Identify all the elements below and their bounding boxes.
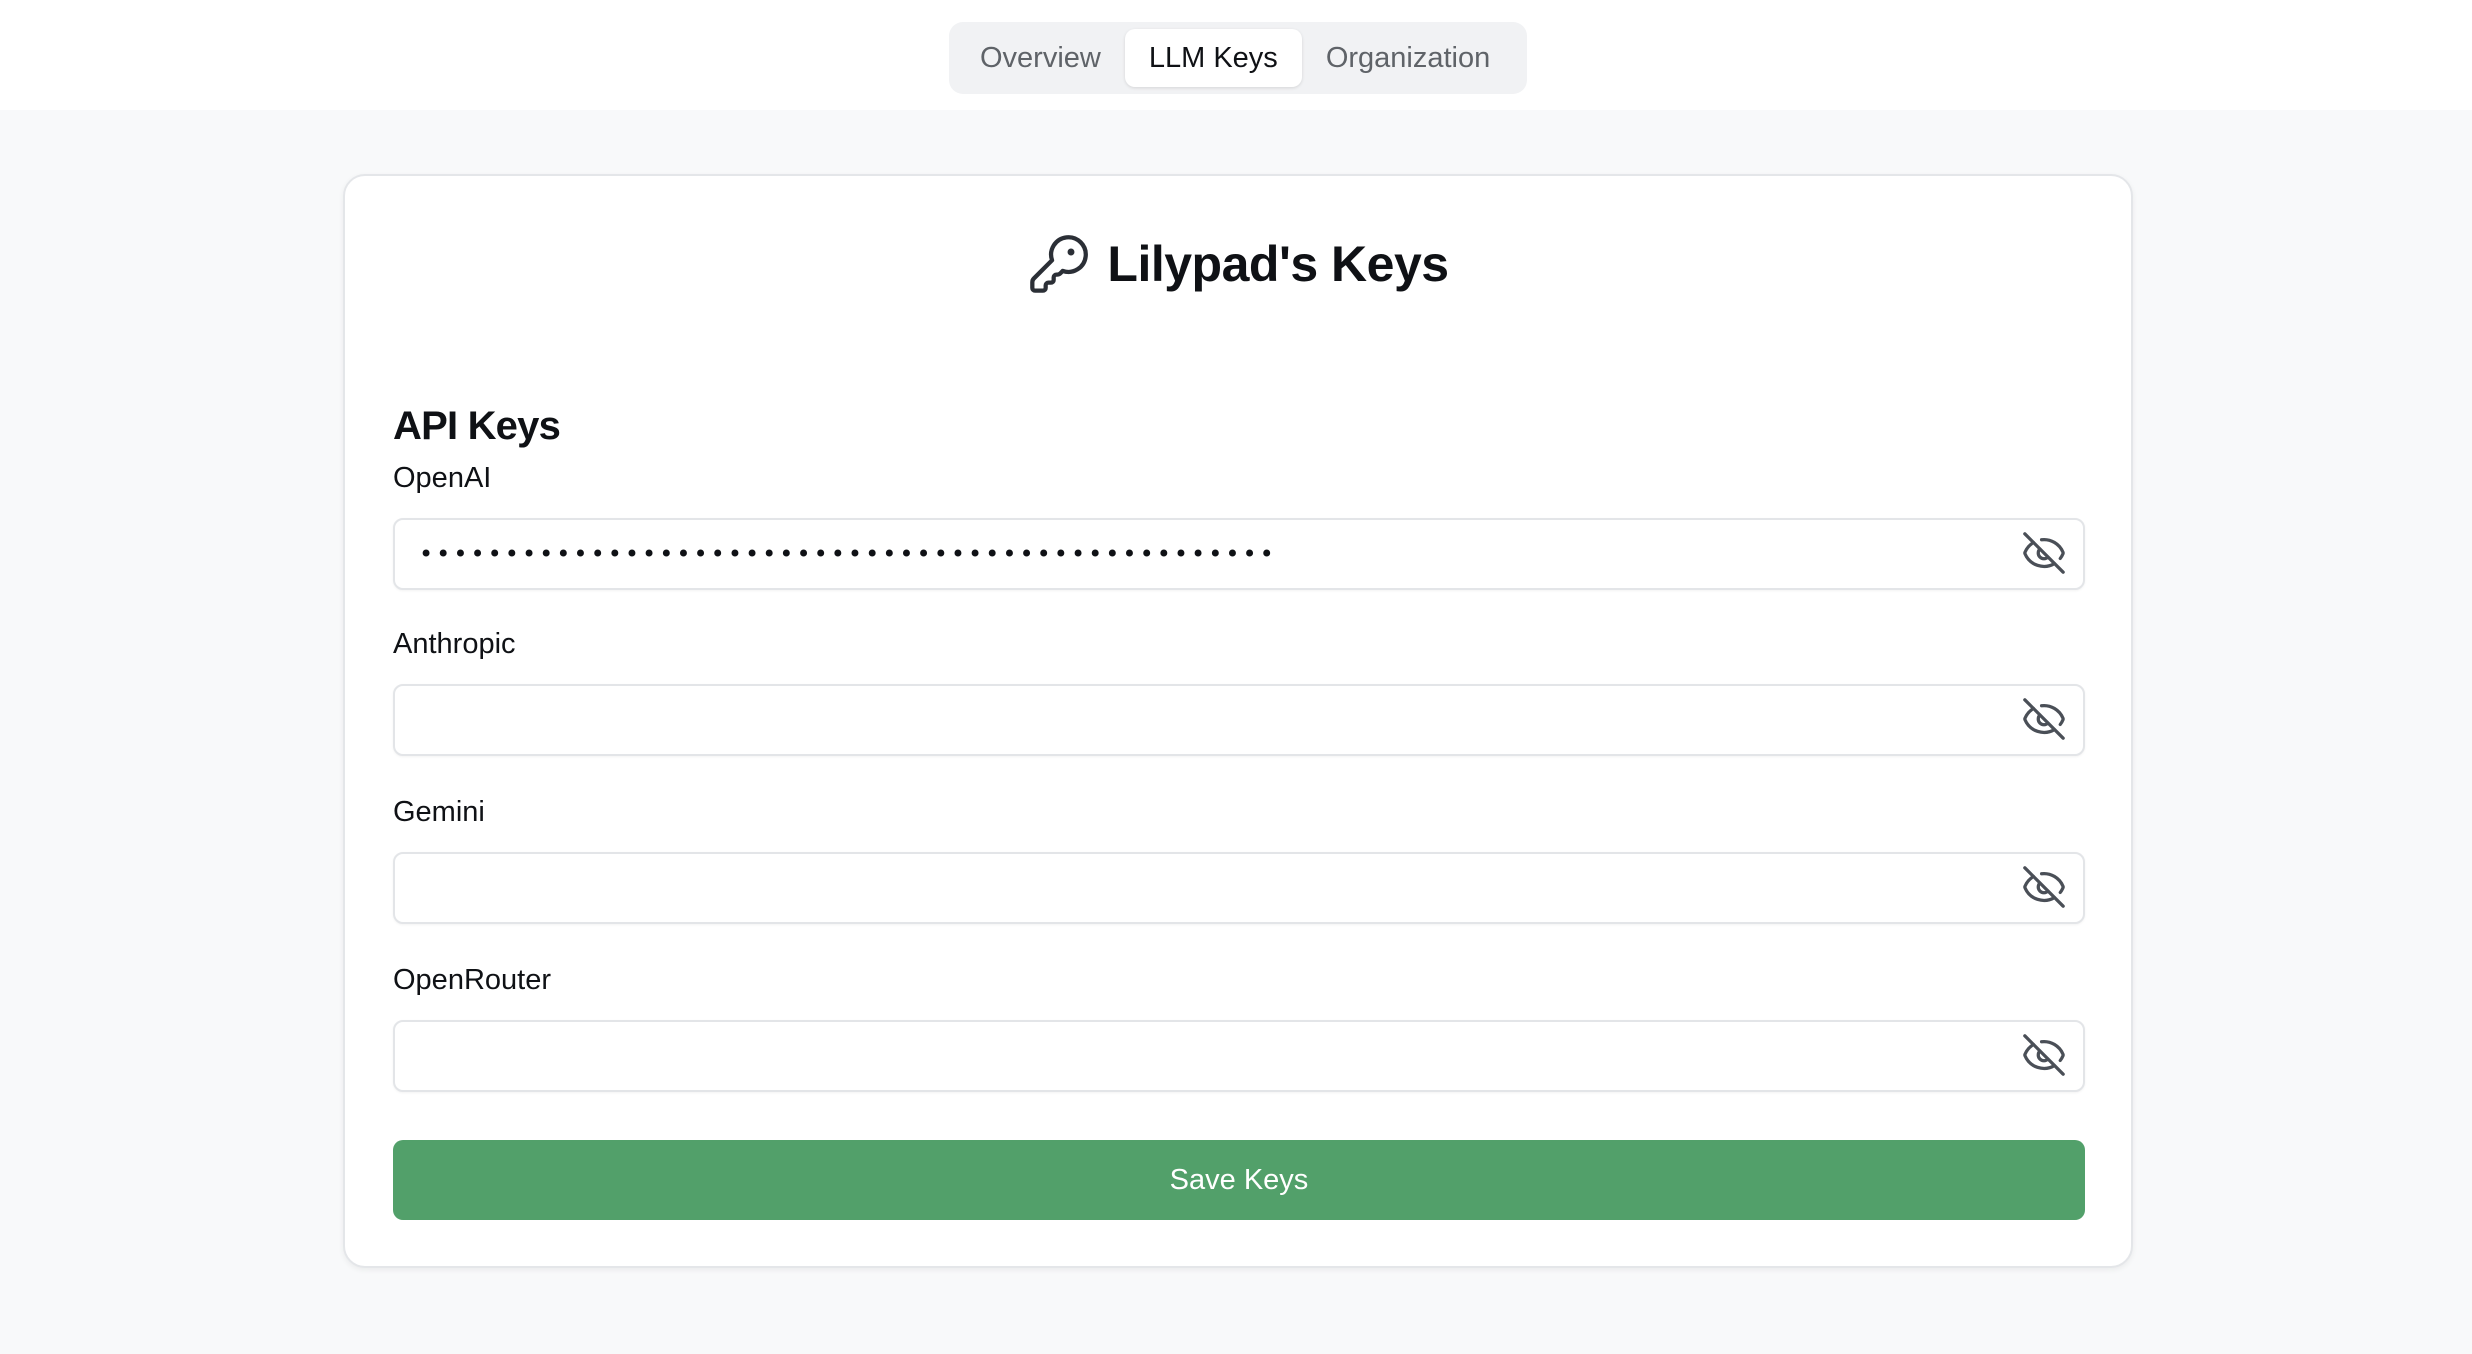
anthropic-key-field [393,684,2085,756]
eye-off-icon [2021,696,2067,747]
openrouter-label: OpenRouter [393,964,551,996]
key-icon [1027,232,1091,296]
card-header: Lilypad's Keys [345,232,2131,296]
eye-off-icon [2021,530,2067,581]
tab-overview[interactable]: Overview [956,29,1125,87]
anthropic-visibility-toggle[interactable] [2019,696,2069,746]
save-keys-button[interactable]: Save Keys [393,1140,2085,1220]
anthropic-key-input[interactable] [419,686,1979,754]
gemini-key-field [393,852,2085,924]
tab-llm-keys[interactable]: LLM Keys [1124,29,1302,87]
openrouter-key-input[interactable] [419,1022,1979,1090]
top-bar: Overview LLM Keys Organization [0,0,2472,110]
anthropic-label: Anthropic [393,628,516,660]
tab-organization[interactable]: Organization [1302,29,1514,87]
gemini-visibility-toggle[interactable] [2019,864,2069,914]
openrouter-key-field [393,1020,2085,1092]
gemini-key-input[interactable] [419,854,1979,922]
openai-visibility-toggle[interactable] [2019,530,2069,580]
page-title: Lilypad's Keys [1107,236,1449,292]
eye-off-icon [2021,1032,2067,1083]
tab-bar: Overview LLM Keys Organization [949,22,1527,94]
openai-key-input[interactable] [419,520,1979,588]
keys-card: Lilypad's Keys API Keys OpenAI Anthropic [343,174,2133,1268]
gemini-label: Gemini [393,796,485,828]
openai-label: OpenAI [393,462,492,494]
openrouter-visibility-toggle[interactable] [2019,1032,2069,1082]
eye-off-icon [2021,864,2067,915]
section-title: API Keys [393,404,561,448]
openai-key-field [393,518,2085,590]
